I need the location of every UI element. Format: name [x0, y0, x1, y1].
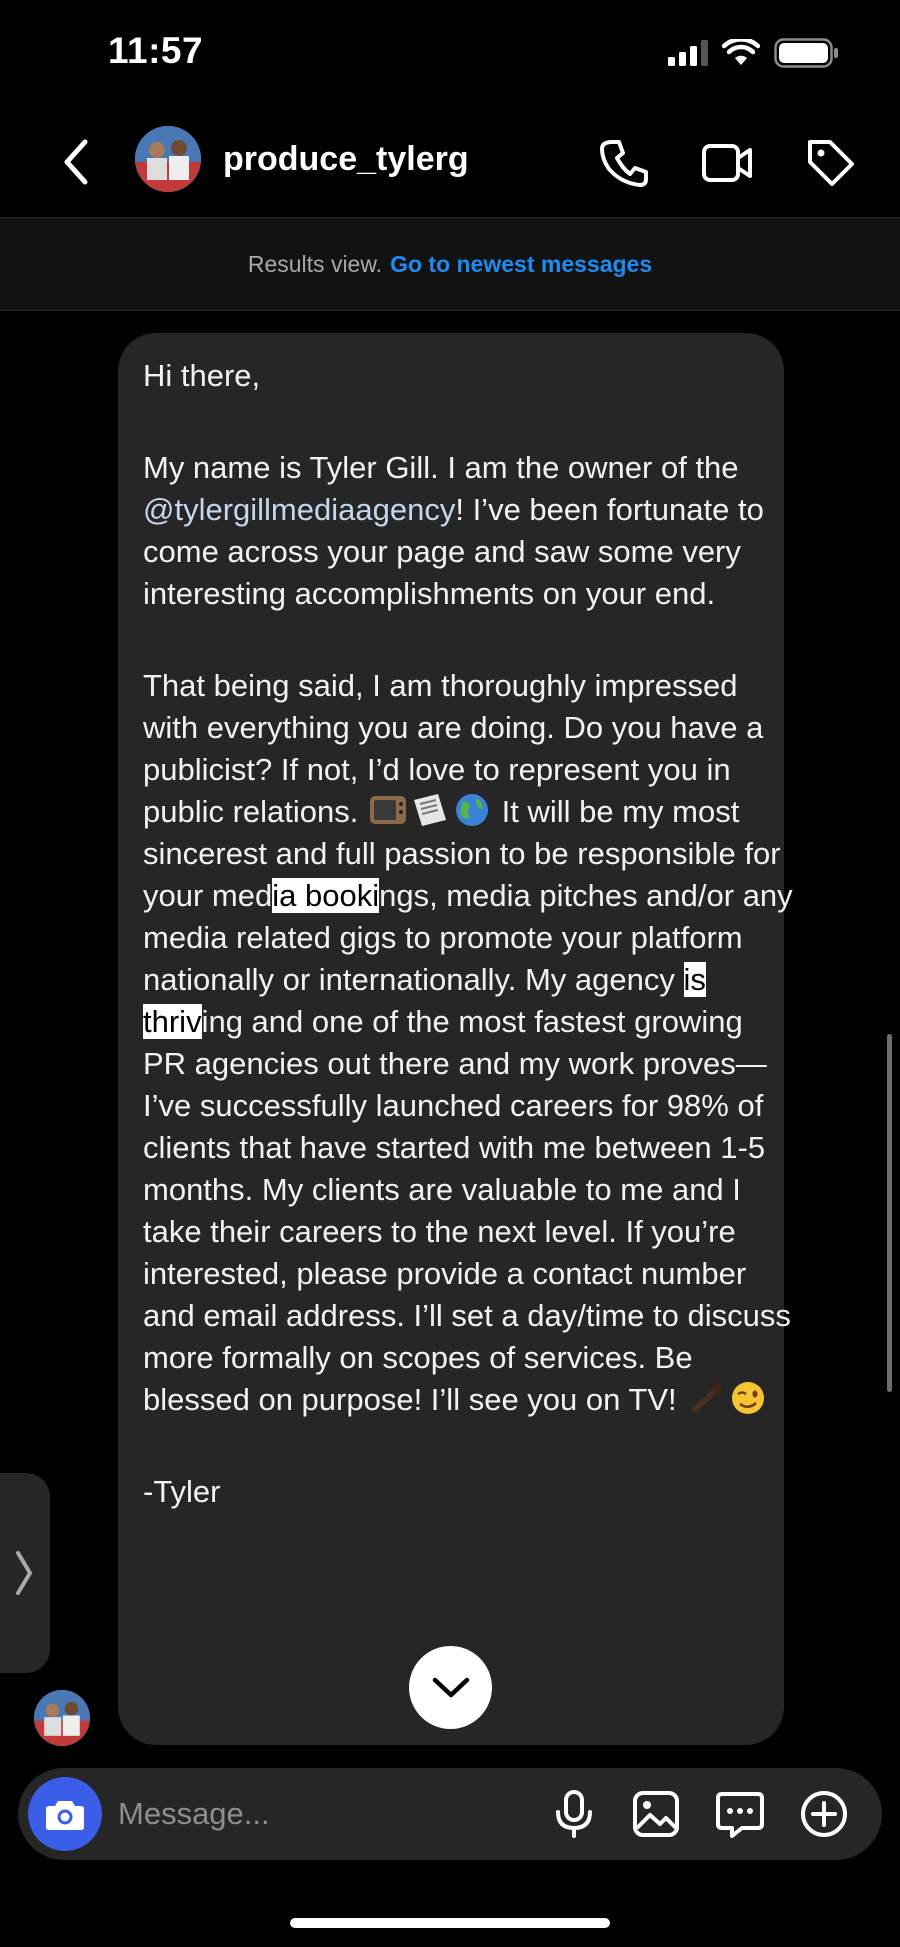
chevron-down-icon	[432, 1677, 469, 1697]
signal-icon	[668, 40, 708, 66]
phone-call-icon[interactable]	[597, 136, 651, 190]
scrollbar[interactable]	[887, 1034, 892, 1392]
message-composer: Message...	[18, 1768, 882, 1860]
back-arrow-icon[interactable]	[55, 132, 105, 192]
sticker-icon[interactable]	[714, 1788, 766, 1840]
message-input[interactable]: Message...	[118, 1796, 270, 1832]
battery-icon	[774, 38, 838, 68]
highlighted-text: ia booki	[272, 878, 380, 913]
chevron-right-icon	[16, 1551, 33, 1595]
tag-icon[interactable]	[804, 136, 858, 190]
go-to-newest-link[interactable]: Go to newest messages	[390, 251, 652, 278]
message-signature: -Tyler	[143, 1474, 221, 1509]
video-call-icon[interactable]	[700, 136, 754, 190]
status-time: 11:57	[108, 30, 204, 71]
gallery-icon[interactable]	[630, 1788, 682, 1840]
message-paragraph: My name is Tyler Gill. I am the owner of…	[143, 450, 764, 611]
writing-hand-emoji	[690, 1382, 723, 1412]
results-view-label: Results view.	[247, 250, 383, 277]
message-greeting: Hi there,	[143, 358, 261, 393]
avatar[interactable]	[135, 126, 201, 192]
microphone-icon[interactable]	[548, 1788, 600, 1840]
username[interactable]: produce_tylerg	[223, 140, 469, 179]
globe-emoji	[456, 794, 489, 826]
mention-link[interactable]: @tylergillmediaagency	[143, 492, 455, 527]
add-icon[interactable]	[798, 1788, 850, 1840]
chat-header: produce_tylerg	[0, 110, 900, 215]
home-indicator	[290, 1918, 610, 1928]
sender-avatar[interactable]	[34, 1690, 90, 1746]
wifi-icon	[722, 39, 760, 65]
scroll-to-bottom-button[interactable]	[409, 1646, 492, 1729]
results-view-banner: Results view. Go to newest messages	[0, 217, 900, 311]
status-icons	[668, 38, 840, 68]
camera-button[interactable]	[28, 1777, 102, 1851]
status-bar: 11:57	[0, 0, 900, 105]
tv-emoji	[370, 796, 407, 824]
message-bubble[interactable]: Hi there, My name is Tyler Gill. I am th…	[118, 333, 793, 1745]
newspaper-emoji	[414, 794, 447, 826]
side-drawer-handle[interactable]	[0, 1473, 50, 1673]
winking-face-emoji	[732, 1382, 765, 1414]
message-text: Hi there, My name is Tyler Gill. I am th…	[143, 355, 793, 1513]
message-paragraph: That being said, I am thoroughly impress…	[143, 668, 793, 1417]
camera-icon	[46, 1801, 84, 1830]
